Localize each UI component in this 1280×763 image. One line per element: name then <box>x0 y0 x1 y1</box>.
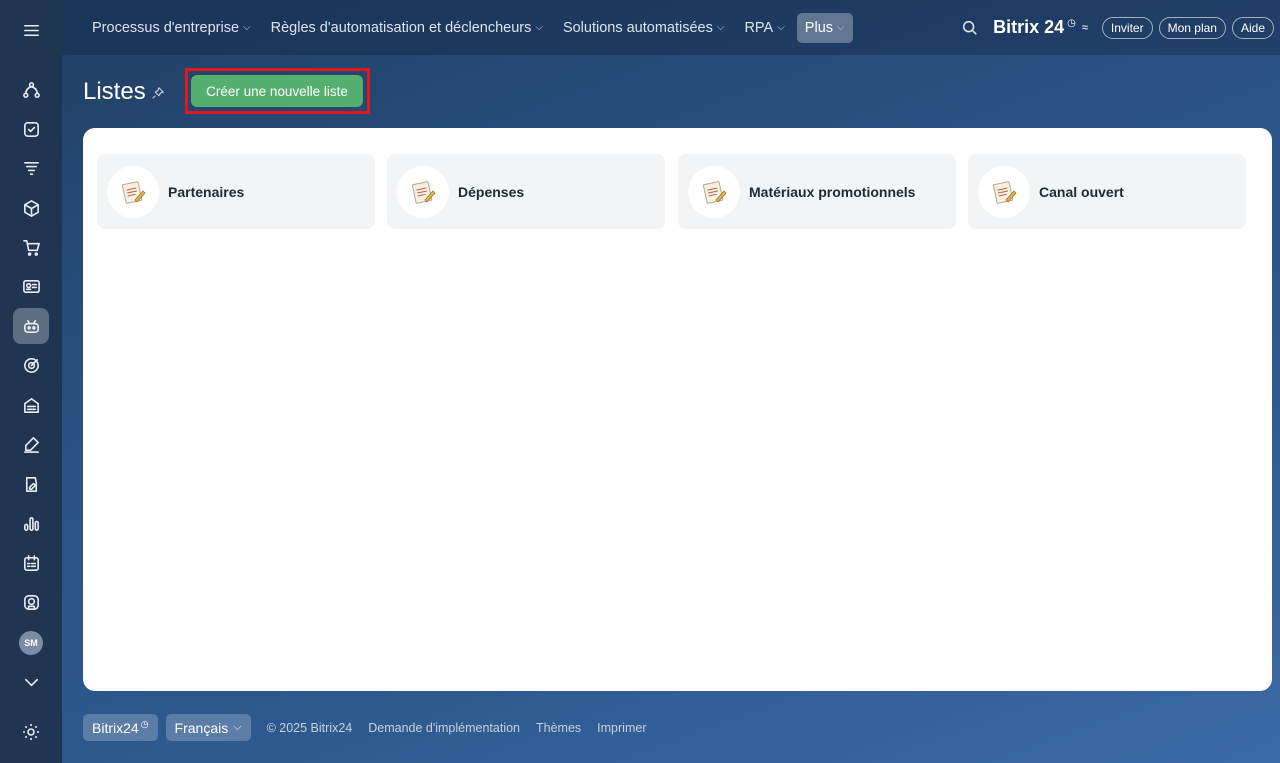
footer-copyright: © 2025 Bitrix24 <box>266 720 353 735</box>
settings-tune-icon[interactable]: ≈ <box>1082 22 1088 34</box>
sidebar-more-button[interactable] <box>13 664 49 700</box>
top-right-controls: Bitrix 24 ◷ ≈ Inviter Mon plan Aide <box>961 0 1280 55</box>
list-item-promo-materials[interactable]: Matériaux promotionnels <box>678 154 956 229</box>
sidebar-item-automation[interactable] <box>13 308 49 344</box>
pin-icon[interactable] <box>151 86 165 100</box>
chevron-down-icon: ⌵ <box>243 22 251 33</box>
sidebar-item-catalog[interactable] <box>13 190 49 226</box>
sidebar-item-tasks[interactable] <box>13 111 49 147</box>
sidebar-item-sign[interactable] <box>13 426 49 462</box>
list-notepad-icon <box>688 165 740 218</box>
clock-icon: ◷ <box>1067 18 1076 29</box>
cart-icon <box>22 239 40 256</box>
footer-link-implementation[interactable]: Demande d'implémentation <box>368 721 520 735</box>
warehouse-icon <box>23 397 39 413</box>
language-select[interactable]: Français ⌵ <box>165 714 251 741</box>
list-item-label: Canal ouvert <box>1039 183 1124 200</box>
list-item-open-channel[interactable]: Canal ouvert <box>968 154 1246 229</box>
list-item-partners[interactable]: Partenaires <box>97 154 375 229</box>
calendar-list-icon <box>23 554 39 571</box>
flow-icon <box>22 81 40 98</box>
list-item-label: Dépenses <box>458 183 525 200</box>
top-navigation-bar: Processus d'entreprise ⌵ Règles d'automat… <box>62 0 1280 55</box>
lists-panel: Partenaires Dépenses Matériaux promotion… <box>83 128 1272 691</box>
sidebar-item-contacts[interactable] <box>13 268 49 304</box>
sign-pen-icon <box>23 436 39 453</box>
sidebar-item-analytics[interactable] <box>13 505 49 541</box>
box-icon <box>23 199 39 217</box>
chevron-down-icon: ⌵ <box>837 22 845 33</box>
clock-icon: ◷ <box>140 719 149 729</box>
nav-rpa[interactable]: RPA ⌵ <box>736 13 792 43</box>
chevron-down-icon: ⌵ <box>716 22 725 33</box>
list-item-label: Matériaux promotionnels <box>749 183 916 200</box>
task-check-icon <box>23 121 39 137</box>
create-new-list-button[interactable]: Créer une nouvelle liste <box>191 75 363 107</box>
chevron-down-icon: ⌵ <box>535 22 543 33</box>
footer-link-themes[interactable]: Thèmes <box>536 721 581 735</box>
chevron-down-icon <box>24 678 38 686</box>
list-item-label: Partenaires <box>168 183 245 200</box>
footer-link-print[interactable]: Imprimer <box>597 721 646 735</box>
sidebar-item-flow[interactable] <box>13 72 49 108</box>
document-edit-icon <box>25 476 37 492</box>
funnel-icon <box>23 161 39 175</box>
brand-logo[interactable]: Bitrix 24 ◷ ≈ <box>993 17 1088 38</box>
chevron-down-icon: ⌵ <box>777 22 785 33</box>
menu-burger-icon[interactable] <box>13 12 49 48</box>
nav-business-processes[interactable]: Processus d'entreprise ⌵ <box>84 13 259 43</box>
list-item-expenses[interactable]: Dépenses <box>387 154 665 229</box>
sidebar-item-warehouse[interactable] <box>13 387 49 423</box>
nav-automated-solutions[interactable]: Solutions automatisées ⌵ <box>555 13 733 43</box>
gear-icon[interactable] <box>21 722 41 742</box>
help-button[interactable]: Aide <box>1231 16 1274 39</box>
list-notepad-icon <box>978 165 1030 218</box>
sidebar-item-market[interactable] <box>13 584 49 620</box>
sidebar-item-goals[interactable] <box>13 347 49 383</box>
footer-brand-button[interactable]: Bitrix24 ◷ <box>83 714 158 741</box>
user-avatar[interactable]: SM <box>19 631 43 655</box>
sidebar-item-calendar[interactable] <box>13 545 49 581</box>
left-sidebar: SM <box>0 0 62 763</box>
robot-icon <box>23 319 39 333</box>
nav-more[interactable]: Plus ⌵ <box>796 12 853 43</box>
contact-card-icon <box>22 279 40 293</box>
search-icon[interactable] <box>961 19 979 37</box>
page-title: Listes <box>83 78 146 105</box>
my-plan-button[interactable]: Mon plan <box>1158 16 1226 39</box>
invite-button[interactable]: Inviter <box>1101 16 1153 39</box>
nav-automation-rules[interactable]: Règles d'automatisation et déclencheurs ⌵ <box>263 13 551 43</box>
market-icon <box>23 594 39 610</box>
bar-chart-icon <box>23 516 39 531</box>
sidebar-item-documents[interactable] <box>13 466 49 502</box>
list-notepad-icon <box>397 165 449 218</box>
sidebar-item-crm[interactable] <box>13 150 49 186</box>
target-icon <box>23 357 39 373</box>
sidebar-item-shop[interactable] <box>13 229 49 265</box>
chevron-down-icon: ⌵ <box>233 721 242 733</box>
top-nav: Processus d'entreprise ⌵ Règles d'automat… <box>84 12 857 43</box>
footer: Bitrix24 ◷ Français ⌵ © 2025 Bitrix24 Dema… <box>83 714 654 741</box>
list-notepad-icon <box>107 165 159 218</box>
